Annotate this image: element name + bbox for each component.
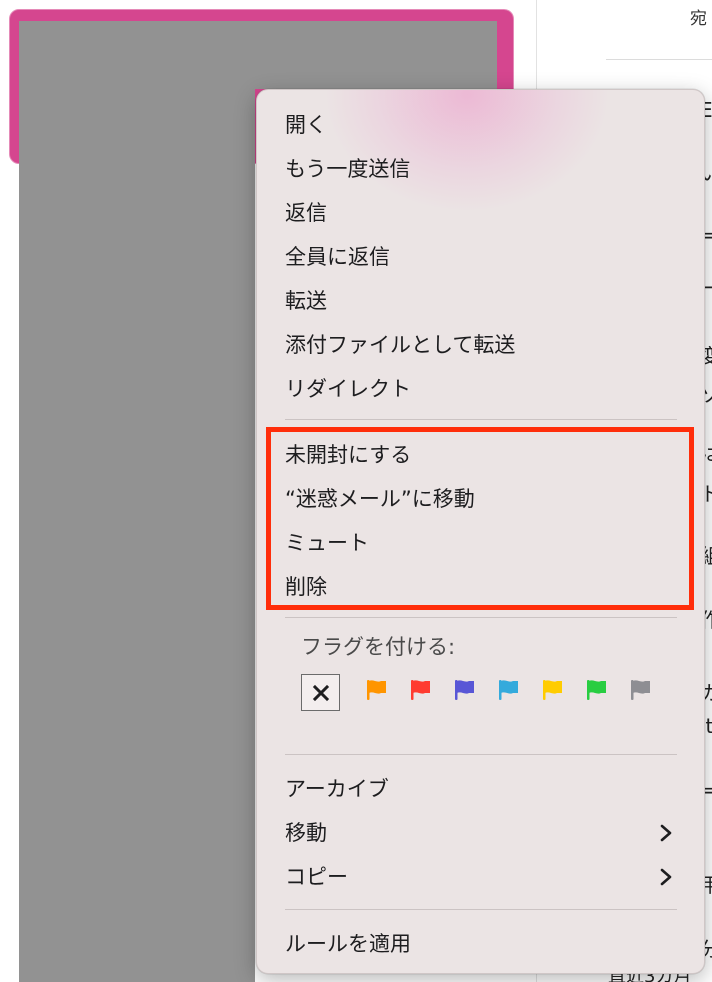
menu-item-copy[interactable]: コピー [285,859,685,895]
flag-orange-icon[interactable] [365,678,389,702]
mail-app-window: 宛 Eい=ー変ソはト組作:カıt=用分 直近3カ月 開く もう一度送信 返信 全… [0,0,712,982]
menu-item-open[interactable]: 開く [285,107,685,143]
flag-section-label: フラグを付ける: [301,635,456,659]
reading-header-divider [606,59,712,60]
menu-separator [285,909,677,910]
reading-header-fragment: 宛 [690,9,707,29]
flag-gray-icon[interactable] [629,678,653,702]
chevron-right-icon [659,859,675,895]
menu-item-send-again[interactable]: もう一度送信 [285,151,685,187]
flag-red-icon[interactable] [409,678,433,702]
flag-yellow-icon[interactable] [541,678,565,702]
menu-item-forward[interactable]: 転送 [285,283,685,319]
menu-item-reply[interactable]: 返信 [285,195,685,231]
menu-separator [285,419,677,420]
flag-purple-icon[interactable] [453,678,477,702]
menu-item-archive[interactable]: アーカイブ [285,771,685,807]
redacted-content-top [255,21,497,89]
chevron-right-icon [659,815,675,851]
menu-separator [285,754,677,755]
highlight-annotation-box [266,427,694,610]
menu-item-redirect[interactable]: リダイレクト [285,371,685,407]
clear-flag-button[interactable] [301,674,340,711]
menu-separator [285,617,677,618]
menu-item-forward-as-attachment[interactable]: 添付ファイルとして転送 [285,327,685,363]
flag-blue-icon[interactable] [497,678,521,702]
flag-green-icon[interactable] [585,678,609,702]
redacted-content [19,21,255,982]
menu-item-move[interactable]: 移動 [285,815,685,851]
menu-item-apply-rules[interactable]: ルールを適用 [285,926,685,962]
menu-item-reply-all[interactable]: 全員に返信 [285,239,685,275]
x-icon [312,684,329,701]
